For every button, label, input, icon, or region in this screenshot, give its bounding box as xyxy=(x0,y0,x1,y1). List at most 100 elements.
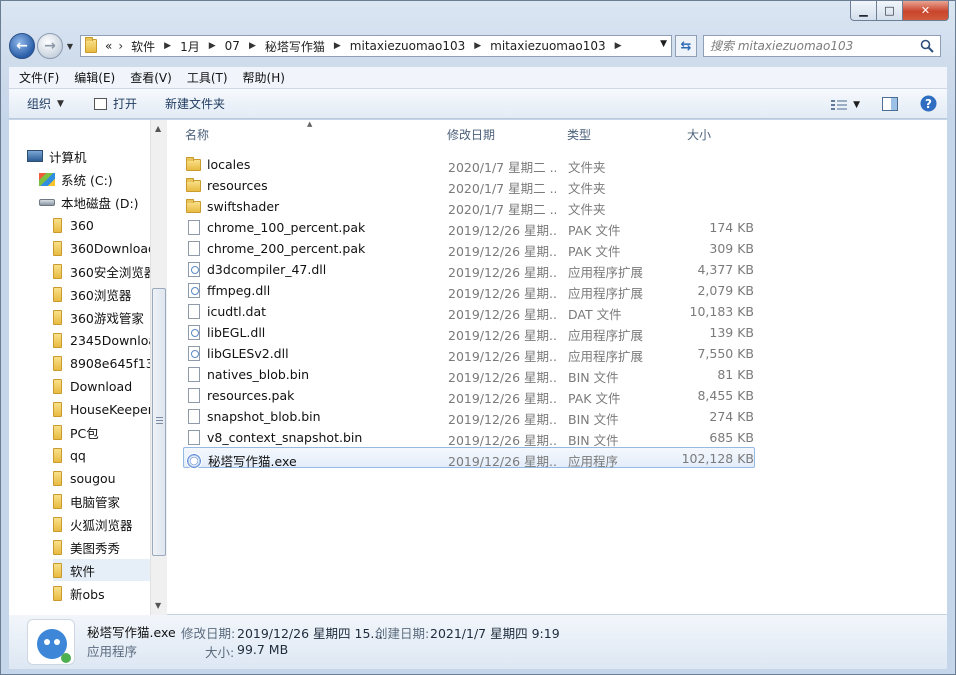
nav-scrollbar[interactable]: ▲ ▼ xyxy=(150,120,167,615)
file-name-cell: natives_blob.bin xyxy=(186,367,441,382)
nav-folder[interactable]: 360Download xyxy=(53,237,156,259)
help-icon[interactable]: ? xyxy=(920,95,937,115)
file-size: 2,079 KB xyxy=(697,283,754,298)
file-row[interactable]: ffmpeg.dll 2019/12/26 星期... 应用程序扩展 2,079… xyxy=(183,279,755,301)
column-header-size[interactable]: 大小 xyxy=(687,126,711,142)
open-button[interactable]: 打开 xyxy=(93,95,137,112)
nav-computer[interactable]: 计算机 xyxy=(27,145,87,167)
menu-view[interactable]: 查看(V) xyxy=(130,69,172,86)
file-name-cell: libEGL.dll xyxy=(186,325,441,340)
nav-folder-label: 软件 xyxy=(70,563,96,579)
menu-bar: 文件(F) 编辑(E) 查看(V) 工具(T) 帮助(H) xyxy=(9,67,947,89)
back-button[interactable]: ← xyxy=(9,33,35,59)
file-name: v8_context_snapshot.bin xyxy=(207,430,363,445)
menu-tools[interactable]: 工具(T) xyxy=(187,69,228,86)
view-options-icon[interactable]: ▼ xyxy=(831,99,860,111)
address-bar[interactable]: « › 软件 ▶ 1月 ▶ 07 ▶ 秘塔写作猫 ▶ mitaxiezuomao… xyxy=(80,35,672,57)
file-row[interactable]: snapshot_blob.bin 2019/12/26 星期... BIN 文… xyxy=(183,405,755,427)
preview-pane-icon[interactable] xyxy=(882,96,898,114)
file-name: resources xyxy=(207,178,268,193)
breadcrumb-separator[interactable]: ▶ xyxy=(615,41,622,51)
search-icon[interactable] xyxy=(920,39,934,56)
nav-folder[interactable]: 360游戏管家 xyxy=(53,306,144,328)
breadcrumb-item[interactable]: 1月 xyxy=(180,38,200,55)
nav-folder[interactable]: 360 xyxy=(53,214,94,236)
refresh-button[interactable]: ⇆ xyxy=(675,35,697,57)
folder-icon xyxy=(53,539,62,555)
breadcrumb-overflow[interactable]: « xyxy=(105,39,112,53)
new-folder-button[interactable]: 新建文件夹 xyxy=(165,95,225,112)
nav-folder[interactable]: HouseKeeper xyxy=(53,398,153,420)
breadcrumb-item[interactable]: mitaxiezuomao103 xyxy=(490,39,605,53)
nav-folder[interactable]: 2345Downloa xyxy=(53,329,156,351)
search-input[interactable] xyxy=(710,39,910,53)
chevron-down-icon: ▼ xyxy=(57,98,64,109)
details-modified-value: 2019/12/26 星期四 15... xyxy=(237,626,383,641)
minimize-button[interactable]: ▁ xyxy=(850,1,877,21)
navigation-pane: 计算机 系统 (C:) 本地磁盘 (D:) 360 360Download 36… xyxy=(9,120,167,615)
nav-folder[interactable]: 360浏览器 xyxy=(53,283,131,305)
nav-folder-label: 2345Downloa xyxy=(70,332,157,348)
open-icon xyxy=(93,97,107,110)
file-row[interactable]: libGLESv2.dll 2019/12/26 星期... 应用程序扩展 7,… xyxy=(183,342,755,364)
column-header-name[interactable]: 名称 xyxy=(185,126,209,142)
file-row[interactable]: resources 2020/1/7 星期二 ... 文件夹 xyxy=(183,174,755,196)
breadcrumb-separator[interactable]: ▶ xyxy=(474,41,481,51)
close-button[interactable]: ✕ xyxy=(903,1,949,21)
file-row[interactable]: icudtl.dat 2019/12/26 星期... DAT 文件 10,18… xyxy=(183,300,755,322)
file-size: 8,455 KB xyxy=(697,388,754,403)
file-row[interactable]: chrome_100_percent.pak 2019/12/26 星期... … xyxy=(183,216,755,238)
new-folder-label: 新建文件夹 xyxy=(164,97,225,111)
file-name: resources.pak xyxy=(207,388,295,403)
nav-folder-label: 360Download xyxy=(70,240,156,256)
nav-folder[interactable]: 360安全浏览器 xyxy=(53,260,156,282)
details-size-label: 大小: xyxy=(205,645,235,660)
breadcrumb-item[interactable]: 秘塔写作猫 xyxy=(265,38,325,55)
scroll-up-icon[interactable]: ▲ xyxy=(155,124,161,133)
breadcrumb-separator[interactable]: ▶ xyxy=(209,41,216,51)
recent-pages-dropdown[interactable]: ▼ xyxy=(64,42,76,51)
refresh-icon: ⇆ xyxy=(680,38,692,54)
file-row[interactable]: locales 2020/1/7 星期二 ... 文件夹 xyxy=(183,153,755,175)
file-row[interactable]: resources.pak 2019/12/26 星期... PAK 文件 8,… xyxy=(183,384,755,406)
breadcrumb-item[interactable]: 软件 xyxy=(131,38,155,55)
menu-edit[interactable]: 编辑(E) xyxy=(74,69,115,86)
breadcrumb-separator[interactable]: ▶ xyxy=(334,41,341,51)
file-icon xyxy=(188,367,200,382)
nav-folder-selected[interactable]: 软件 xyxy=(53,559,150,581)
file-row[interactable]: chrome_200_percent.pak 2019/12/26 星期... … xyxy=(183,237,755,259)
file-icon xyxy=(188,430,200,445)
maximize-button[interactable]: □ xyxy=(877,1,903,21)
file-row[interactable]: v8_context_snapshot.bin 2019/12/26 星期...… xyxy=(183,426,755,448)
scroll-down-icon[interactable]: ▼ xyxy=(155,601,161,610)
nav-folder[interactable]: 美图秀秀 xyxy=(53,536,120,558)
nav-system-drive[interactable]: 系统 (C:) xyxy=(39,168,113,190)
file-row[interactable]: libEGL.dll 2019/12/26 星期... 应用程序扩展 139 K… xyxy=(183,321,755,343)
svg-text:?: ? xyxy=(925,97,932,111)
nav-local-drive[interactable]: 本地磁盘 (D:) xyxy=(39,191,139,213)
file-row[interactable]: swiftshader 2020/1/7 星期二 ... 文件夹 xyxy=(183,195,755,217)
column-header-date[interactable]: 修改日期 xyxy=(447,126,495,142)
nav-folder[interactable]: qq xyxy=(53,444,86,466)
file-row[interactable]: natives_blob.bin 2019/12/26 星期... BIN 文件… xyxy=(183,363,755,385)
nav-folder[interactable]: 新obs xyxy=(53,582,105,604)
breadcrumb-item[interactable]: 07 xyxy=(225,39,240,53)
nav-folder[interactable]: 电脑管家 xyxy=(53,490,120,512)
breadcrumb-separator[interactable]: ▶ xyxy=(249,41,256,51)
nav-folder[interactable]: 火狐浏览器 xyxy=(53,513,133,535)
address-history-dropdown[interactable]: ▼ xyxy=(660,39,667,49)
nav-folder[interactable]: PC包 xyxy=(53,421,99,443)
column-header-type[interactable]: 类型 xyxy=(567,126,591,142)
nav-folder[interactable]: Download xyxy=(53,375,132,397)
file-row-selected[interactable]: 秘塔写作猫.exe 2019/12/26 星期... 应用程序 102,128 … xyxy=(183,447,755,469)
nav-folder[interactable]: sougou xyxy=(53,467,116,489)
breadcrumb-separator[interactable]: ▶ xyxy=(164,41,171,51)
forward-button[interactable]: → xyxy=(37,33,63,59)
scroll-thumb[interactable] xyxy=(152,288,166,556)
menu-file[interactable]: 文件(F) xyxy=(19,69,59,86)
nav-folder[interactable]: 8908e645f138 xyxy=(53,352,162,374)
organize-button[interactable]: 组织 ▼ xyxy=(27,95,64,112)
menu-help[interactable]: 帮助(H) xyxy=(243,69,285,86)
file-row[interactable]: d3dcompiler_47.dll 2019/12/26 星期... 应用程序… xyxy=(183,258,755,280)
breadcrumb-item[interactable]: mitaxiezuomao103 xyxy=(350,39,465,53)
